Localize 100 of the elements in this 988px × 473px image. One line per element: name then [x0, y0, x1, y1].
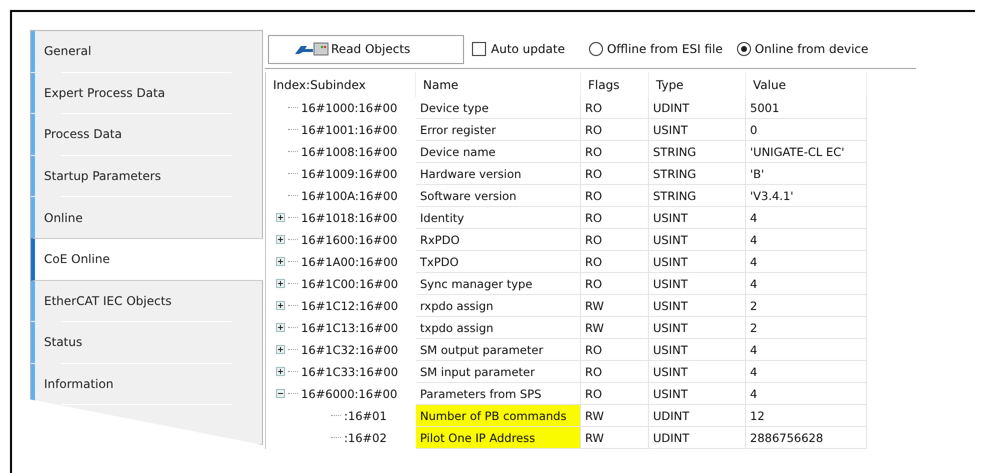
value-cell: 12 — [746, 405, 867, 427]
expand-icon[interactable] — [276, 235, 285, 244]
index-cell: 16#1009:16#00 — [301, 166, 398, 180]
checkbox-label[interactable]: Auto update — [491, 42, 565, 56]
type-cell: UDINT — [649, 405, 746, 427]
name-cell: SM input parameter — [416, 361, 581, 383]
collapse-icon[interactable] — [276, 389, 285, 398]
expand-icon[interactable] — [276, 301, 285, 310]
flags-cell: RO — [581, 251, 649, 273]
name-cell: Number of PB commands — [416, 405, 581, 427]
column-header[interactable]: Index:Subindex — [266, 72, 416, 97]
type-cell: STRING — [649, 185, 746, 207]
index-cell: 16#100A:16#00 — [301, 188, 398, 202]
expand-icon[interactable] — [276, 345, 285, 354]
value-cell: 0 — [746, 119, 867, 141]
flags-cell: RO — [581, 185, 649, 207]
expand-icon[interactable] — [276, 367, 285, 376]
value-cell: 2 — [746, 317, 867, 339]
flags-cell: RO — [581, 383, 649, 405]
type-cell: USINT — [649, 251, 746, 273]
type-cell: USINT — [649, 229, 746, 251]
value-cell: 4 — [746, 339, 867, 361]
type-cell: USINT — [649, 295, 746, 317]
flags-cell: RO — [581, 207, 649, 229]
type-cell: USINT — [649, 119, 746, 141]
value-cell: 4 — [746, 251, 867, 273]
index-cell: 16#1018:16#00 — [301, 210, 398, 224]
name-cell: SM output parameter — [416, 339, 581, 361]
flags-cell: RO — [581, 119, 649, 141]
flags-cell: RW — [581, 317, 649, 339]
flags-cell: RO — [581, 141, 649, 163]
index-cell: 16#1C00:16#00 — [301, 276, 398, 290]
name-cell: Device name — [416, 141, 581, 163]
index-cell: 16#1001:16#00 — [301, 122, 398, 136]
value-cell: 5001 — [746, 97, 867, 119]
name-cell: Identity — [416, 207, 581, 229]
index-cell: :16#02 — [344, 430, 387, 444]
type-cell: USINT — [649, 361, 746, 383]
type-cell: UDINT — [649, 97, 746, 119]
type-cell: USINT — [649, 207, 746, 229]
name-cell: Error register — [416, 119, 581, 141]
value-cell: 4 — [746, 229, 867, 251]
name-cell: TxPDO — [416, 251, 581, 273]
name-cell: Device type — [416, 97, 581, 119]
value-cell: 4 — [746, 383, 867, 405]
type-cell: USINT — [649, 317, 746, 339]
index-cell: 16#1600:16#00 — [301, 232, 398, 246]
value-cell: 2886756628 — [746, 427, 867, 449]
name-cell: rxpdo assign — [416, 295, 581, 317]
flags-cell: RW — [581, 295, 649, 317]
flags-cell: RO — [581, 361, 649, 383]
radio-button[interactable] — [736, 42, 751, 56]
type-cell: STRING — [649, 163, 746, 185]
name-cell: txpdo assign — [416, 317, 581, 339]
name-cell: Sync manager type — [416, 273, 581, 295]
checkbox[interactable] — [472, 42, 486, 56]
type-cell: USINT — [649, 339, 746, 361]
index-cell: 16#1A00:16#00 — [301, 254, 398, 268]
column-header[interactable]: Flags — [581, 72, 649, 97]
value-cell: 'B' — [746, 163, 867, 185]
name-cell: RxPDO — [416, 229, 581, 251]
expand-icon[interactable] — [276, 279, 285, 288]
index-cell: 16#1000:16#00 — [301, 100, 398, 114]
name-cell: Software version — [416, 185, 581, 207]
expand-icon[interactable] — [276, 257, 285, 266]
expand-icon[interactable] — [276, 323, 285, 332]
radio-label[interactable]: Online from device — [754, 42, 868, 56]
expand-icon[interactable] — [276, 213, 285, 222]
column-header[interactable]: Value — [746, 72, 867, 97]
sidebar-tab[interactable]: CoE Online — [31, 238, 263, 281]
name-cell: Pilot One IP Address — [416, 427, 581, 449]
radio-button[interactable] — [588, 42, 603, 56]
type-cell: STRING — [649, 141, 746, 163]
flags-cell: RO — [581, 97, 649, 119]
index-cell: 16#1C12:16#00 — [301, 298, 398, 312]
flags-cell: RW — [581, 405, 649, 427]
value-cell: 2 — [746, 295, 867, 317]
type-cell: USINT — [649, 383, 746, 405]
radio-label[interactable]: Offline from ESI file — [606, 42, 723, 56]
index-cell: 16#1008:16#00 — [301, 144, 398, 158]
column-header[interactable]: Name — [416, 72, 581, 97]
flags-cell: RW — [581, 427, 649, 449]
value-cell: 'UNIGATE-CL EC' — [746, 141, 867, 163]
index-cell: 16#1C33:16#00 — [301, 364, 398, 378]
value-cell: 4 — [746, 273, 867, 295]
read-device-icon — [293, 42, 329, 56]
column-header[interactable]: Type — [649, 72, 746, 97]
type-cell: UDINT — [649, 427, 746, 449]
index-cell: :16#01 — [344, 408, 387, 422]
value-cell: 4 — [746, 207, 867, 229]
value-cell: 4 — [746, 361, 867, 383]
flags-cell: RO — [581, 273, 649, 295]
read-objects-button[interactable]: Read Objects — [268, 34, 464, 64]
value-cell: 'V3.4.1' — [746, 185, 867, 207]
flags-cell: RO — [581, 163, 649, 185]
index-cell: 16#1C13:16#00 — [301, 320, 398, 334]
index-cell: 16#6000:16#00 — [301, 386, 398, 400]
name-cell: Hardware version — [416, 163, 581, 185]
type-cell: USINT — [649, 273, 746, 295]
flags-cell: RO — [581, 339, 649, 361]
